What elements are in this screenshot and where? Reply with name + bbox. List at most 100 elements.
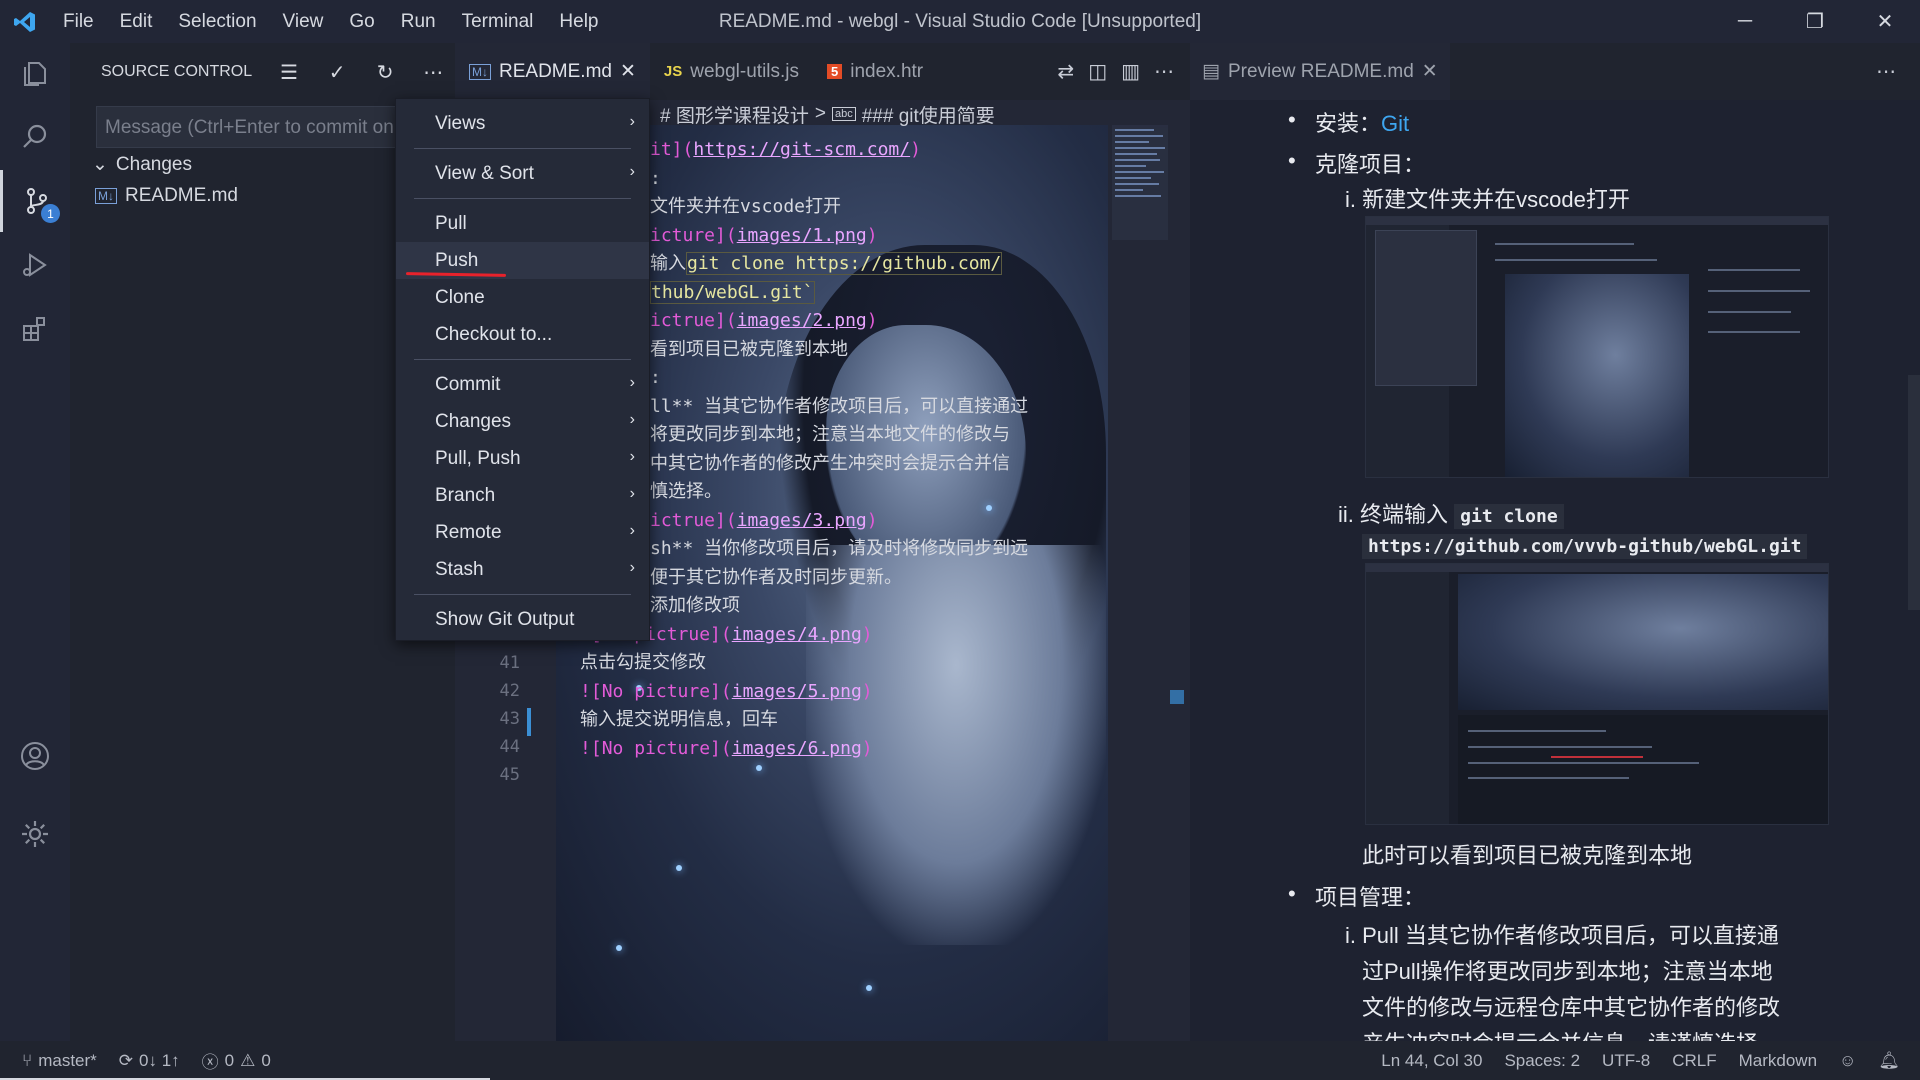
menu-item-clone[interactable]: Clone xyxy=(396,279,649,316)
git-link[interactable]: Git xyxy=(1381,111,1409,136)
tab-webgl-utils[interactable]: JS webgl-utils.js xyxy=(650,43,813,100)
code-token: ![ xyxy=(580,737,602,759)
breadcrumb-leaf[interactable]: ### git使用简要 xyxy=(862,101,995,128)
menu-item-changes[interactable]: Changes › xyxy=(396,403,649,440)
menu-run[interactable]: Run xyxy=(388,11,449,32)
menu-item-label: Views xyxy=(435,112,486,134)
menu-item-show-git-output[interactable]: Show Git Output xyxy=(396,601,649,638)
menu-item-pull[interactable]: Pull xyxy=(396,205,649,242)
code-token: sh** 当你修改项目后，请及时将修改同步到远 xyxy=(650,538,1029,559)
view-as-tree-icon[interactable]: ☰ xyxy=(272,60,306,85)
step2-text: ii. 终端输入 xyxy=(1338,502,1449,527)
breadcrumb: # 图形学课程设计 > abc ### git使用简要 xyxy=(660,100,995,128)
menu-item-views[interactable]: Views › xyxy=(396,105,649,142)
minimize-icon[interactable]: ─ xyxy=(1710,0,1780,43)
menu-item-pull-push[interactable]: Pull, Push › xyxy=(396,440,649,477)
search-icon[interactable] xyxy=(0,106,70,168)
cursor-position[interactable]: Ln 44, Col 30 xyxy=(1381,1051,1482,1071)
tab-index-html[interactable]: 5 index.htr xyxy=(813,43,937,100)
branch-status[interactable]: ⑂ master* xyxy=(0,1051,97,1071)
settings-gear-icon[interactable] xyxy=(0,803,70,865)
changes-count-badge: 1 xyxy=(41,204,60,223)
menu-view[interactable]: View xyxy=(270,11,337,32)
menu-go[interactable]: Go xyxy=(336,11,387,32)
menu-file[interactable]: File xyxy=(50,11,107,32)
warning-icon: ⚠ xyxy=(240,1050,256,1070)
menu-edit[interactable]: Edit xyxy=(107,11,166,32)
code-token: 将更改同步到本地；注意当本地文件的修改与 xyxy=(650,424,1010,445)
encoding[interactable]: UTF-8 xyxy=(1602,1051,1650,1071)
code-token: ) xyxy=(861,737,873,759)
split-editor-icon[interactable]: ▥ xyxy=(1121,59,1140,84)
menu-item-remote[interactable]: Remote › xyxy=(396,514,649,551)
menu-item-stash[interactable]: Stash › xyxy=(396,551,649,588)
menu-item-view-sort[interactable]: View & Sort › xyxy=(396,155,649,192)
run-debug-icon[interactable] xyxy=(0,234,70,296)
code-token: 慎选择。 xyxy=(650,481,722,502)
problems-status[interactable]: ⓧ 0 ⚠ 0 xyxy=(180,1048,271,1073)
source-control-icon[interactable]: 1 xyxy=(0,170,70,232)
more-actions-icon[interactable]: ⋯ xyxy=(416,60,450,85)
code-token: 文件夹并在vscode打开 xyxy=(650,196,842,217)
clone-url-line: https://github.com/vvvb-github/webGL.git xyxy=(1362,532,1808,559)
code-line: 点击勾提交修改 xyxy=(580,649,1290,678)
feedback-icon[interactable]: ☺ xyxy=(1839,1051,1856,1071)
line-number: 44 xyxy=(499,737,520,757)
panel-title: SOURCE CONTROL xyxy=(101,63,253,80)
preview-bullet: • xyxy=(1288,881,1296,906)
pull-text-line: 文件的修改与远程仓库中其它协作者的修改 xyxy=(1362,995,1781,1020)
screenshot-image-2 xyxy=(1365,563,1829,825)
code-token: images/3.png xyxy=(736,509,867,531)
tab-label: index.htr xyxy=(850,60,924,82)
menu-separator xyxy=(414,594,631,595)
code-token: ) xyxy=(866,224,878,246)
sync-status[interactable]: ⟳ 0↓ 1↑ xyxy=(97,1051,180,1071)
explorer-icon[interactable] xyxy=(0,43,70,105)
editor-scrollbar[interactable] xyxy=(1170,690,1184,704)
tab-readme[interactable]: M↓ README.md ✕ xyxy=(455,43,650,100)
open-changes-icon[interactable]: ⇄ xyxy=(1057,59,1074,84)
close-tab-icon[interactable]: ✕ xyxy=(1422,60,1438,83)
menu-selection[interactable]: Selection xyxy=(165,11,269,32)
commit-check-icon[interactable]: ✓ xyxy=(320,60,354,85)
menu-terminal[interactable]: Terminal xyxy=(449,11,547,32)
menu-item-checkout-to[interactable]: Checkout to... xyxy=(396,316,649,353)
notifications-bell-icon[interactable]: 🔔︎ xyxy=(1878,1051,1900,1071)
accounts-icon[interactable] xyxy=(0,725,70,787)
changed-file-item[interactable]: M↓ README.md xyxy=(95,185,238,207)
extensions-icon[interactable] xyxy=(0,298,70,360)
minimap[interactable] xyxy=(1112,125,1168,240)
changes-group[interactable]: ⌄ Changes xyxy=(92,153,192,176)
end-of-line[interactable]: CRLF xyxy=(1672,1051,1716,1071)
git-branch-icon: ⑂ xyxy=(22,1050,33,1070)
line-number: 45 xyxy=(499,765,520,785)
menu-item-commit[interactable]: Commit › xyxy=(396,366,649,403)
chevron-right-icon: › xyxy=(629,485,635,502)
close-tab-icon[interactable]: ✕ xyxy=(620,60,636,83)
menu-item-branch[interactable]: Branch › xyxy=(396,477,649,514)
code-token: https://git-scm.com/ xyxy=(693,139,911,160)
refresh-icon[interactable]: ↻ xyxy=(368,60,402,85)
more-actions-icon[interactable]: ⋯ xyxy=(1876,59,1920,84)
menu-help[interactable]: Help xyxy=(546,11,611,32)
menu-item-label: Branch xyxy=(435,484,496,506)
screenshot-image-1 xyxy=(1365,216,1829,478)
open-preview-side-icon[interactable]: ◫ xyxy=(1088,59,1107,84)
language-mode[interactable]: Markdown xyxy=(1739,1051,1817,1071)
preview-scrollbar[interactable] xyxy=(1908,375,1920,610)
code-token: images/1.png xyxy=(736,224,867,246)
more-actions-icon[interactable]: ⋯ xyxy=(1154,59,1174,84)
inline-code: git clone xyxy=(1454,504,1564,529)
line-number: 43 xyxy=(499,709,520,729)
close-window-icon[interactable]: ✕ xyxy=(1850,0,1920,43)
inline-code: https://github.com/vvvb-github/webGL.git xyxy=(1362,534,1808,559)
commit-message-input[interactable]: Message (Ctrl+Enter to commit on xyxy=(96,106,436,148)
code-token: 输入提交说明信息，回车 xyxy=(580,709,778,730)
menu-item-label: Clone xyxy=(435,286,485,308)
indentation[interactable]: Spaces: 2 xyxy=(1504,1051,1580,1071)
restore-icon[interactable]: ❐ xyxy=(1780,0,1850,43)
markdown-file-icon: M↓ xyxy=(95,188,117,204)
tab-preview-readme[interactable]: ▤ Preview README.md ✕ xyxy=(1190,43,1450,100)
breadcrumb-root[interactable]: # 图形学课程设计 xyxy=(660,101,809,128)
code-line: 输入提交说明信息，回车 xyxy=(580,706,1290,735)
